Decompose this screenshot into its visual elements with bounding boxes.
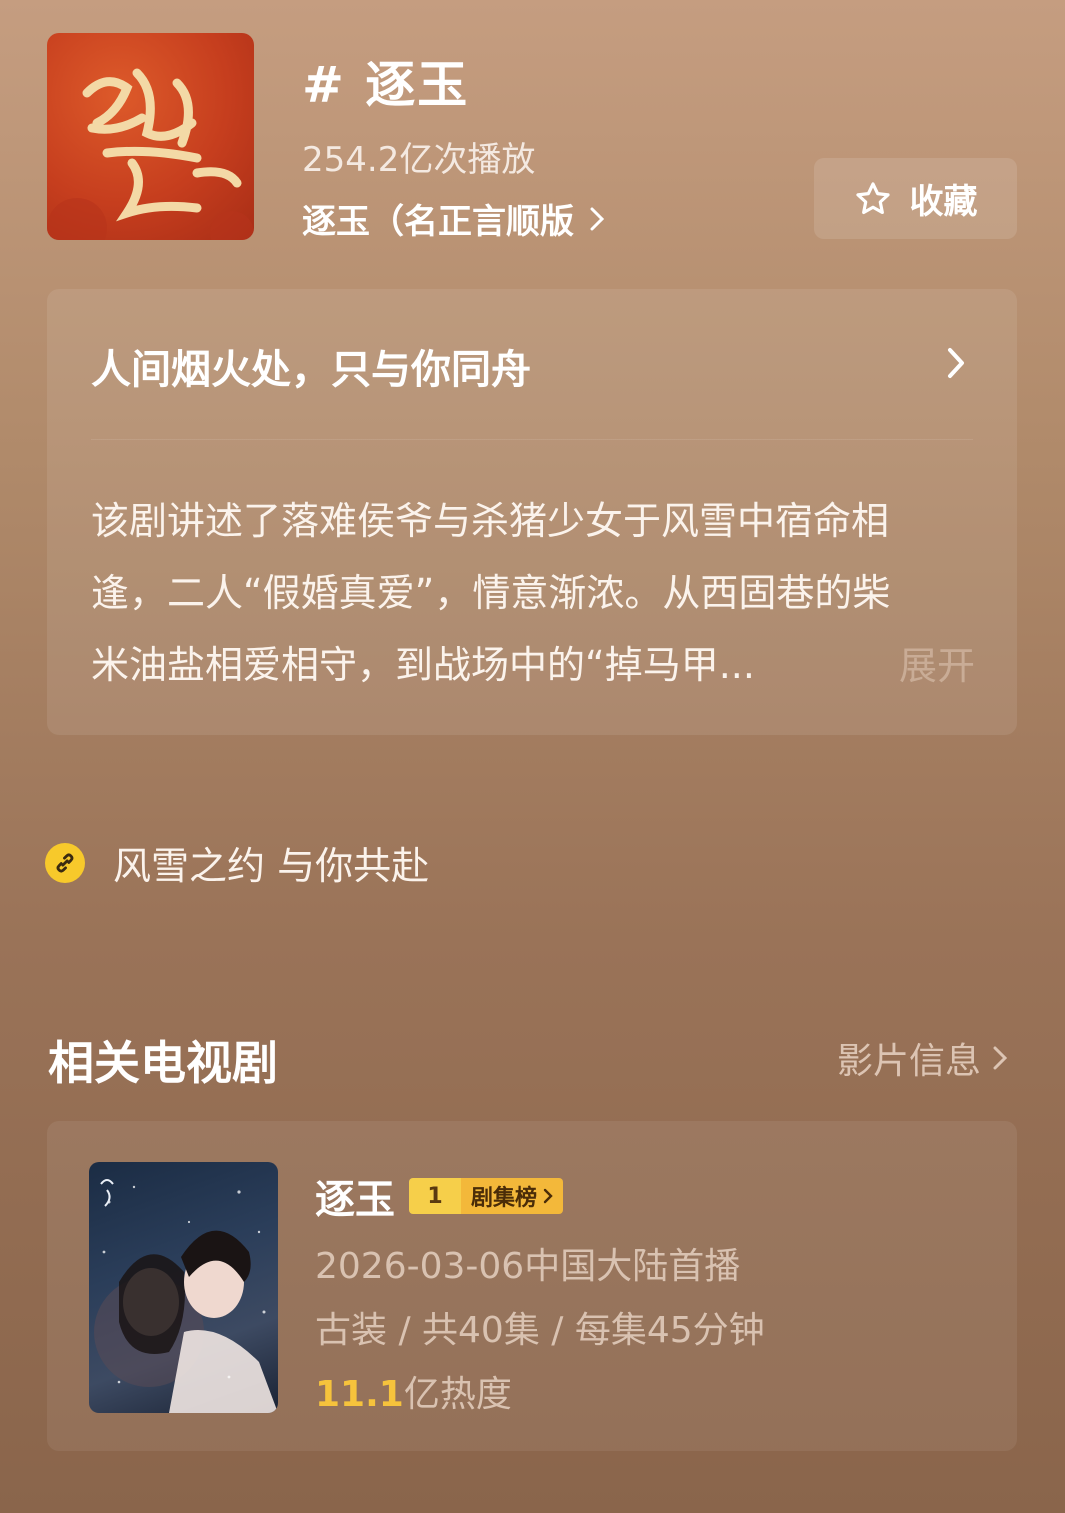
rank-label: 剧集榜 <box>461 1178 564 1214</box>
star-icon <box>855 181 890 214</box>
sub-topic-link[interactable]: 逐玉（名正言顺版 <box>302 194 604 243</box>
divider <box>91 439 973 440</box>
intro-line: 米油盐相爱相守，到战场中的“掉马甲... <box>91 643 755 687</box>
intro-line: 该剧讲述了落难侯爷与杀猪少女于风雪中宿命相 <box>91 499 890 543</box>
chevron-right-icon[interactable] <box>947 347 965 379</box>
chevron-right-icon <box>543 1188 553 1204</box>
poster-illustration <box>94 1179 278 1413</box>
drama-info: 古装 / 共40集 / 每集45分钟 <box>315 1310 765 1351</box>
drama-poster[interactable] <box>89 1162 278 1413</box>
rank-crown-icon: 1 <box>409 1178 461 1214</box>
link-text: 风雪之约 与你共赴 <box>113 844 430 888</box>
topic-cover-image[interactable] <box>47 33 254 240</box>
rank-label-text: 剧集榜 <box>471 1186 538 1211</box>
premiere-date: 2026-03-06中国大陆首播 <box>315 1246 741 1287</box>
link-icon <box>45 842 85 883</box>
rank-badge[interactable]: 1 剧集榜 <box>409 1178 564 1214</box>
calligraphy-logo <box>47 68 254 240</box>
intro-line: 逢，二人“假婚真爱”，情意渐浓。从西固巷的柴 <box>91 571 891 615</box>
chevron-right-icon <box>993 1046 1007 1070</box>
expand-button[interactable]: 展开 <box>899 635 975 690</box>
heat-score: 11.1亿热度 <box>315 1365 512 1417</box>
rank-number: 1 <box>427 1183 443 1209</box>
intro-card[interactable]: 人间烟火处，只与你同舟 该剧讲述了落难侯爷与杀猪少女于风雪中宿命相 逢，二人“假… <box>47 289 1017 735</box>
topic-title: # 逐玉 <box>302 56 470 114</box>
chevron-right-icon <box>590 207 604 230</box>
drama-title[interactable]: 逐玉 <box>315 1167 395 1225</box>
play-count: 254.2亿次播放 <box>302 140 536 180</box>
favorite-button[interactable]: 收藏 <box>814 158 1017 239</box>
drama-card[interactable]: 逐玉 1 剧集榜 2026-03-06中国大陆首播 古装 / 共40集 / 每集… <box>47 1121 1017 1451</box>
intro-headline: 人间烟火处，只与你同舟 <box>91 347 531 393</box>
movie-info-link[interactable]: 影片信息 <box>837 1032 1007 1084</box>
intro-description: 该剧讲述了落难侯爷与杀猪少女于风雪中宿命相 逢，二人“假婚真爱”，情意渐浓。从西… <box>91 485 991 701</box>
link-row[interactable]: 风雪之约 与你共赴 <box>45 835 429 890</box>
movie-info-label: 影片信息 <box>836 1041 981 1082</box>
section-title: 相关电视剧 <box>48 1036 278 1090</box>
drama-title-row: 逐玉 1 剧集榜 <box>315 1167 564 1225</box>
heat-value: 11.1 <box>315 1374 404 1415</box>
favorite-label: 收藏 <box>909 182 978 222</box>
sub-topic-label: 逐玉（名正言顺版 <box>302 202 574 242</box>
heat-unit: 亿热度 <box>403 1374 512 1415</box>
